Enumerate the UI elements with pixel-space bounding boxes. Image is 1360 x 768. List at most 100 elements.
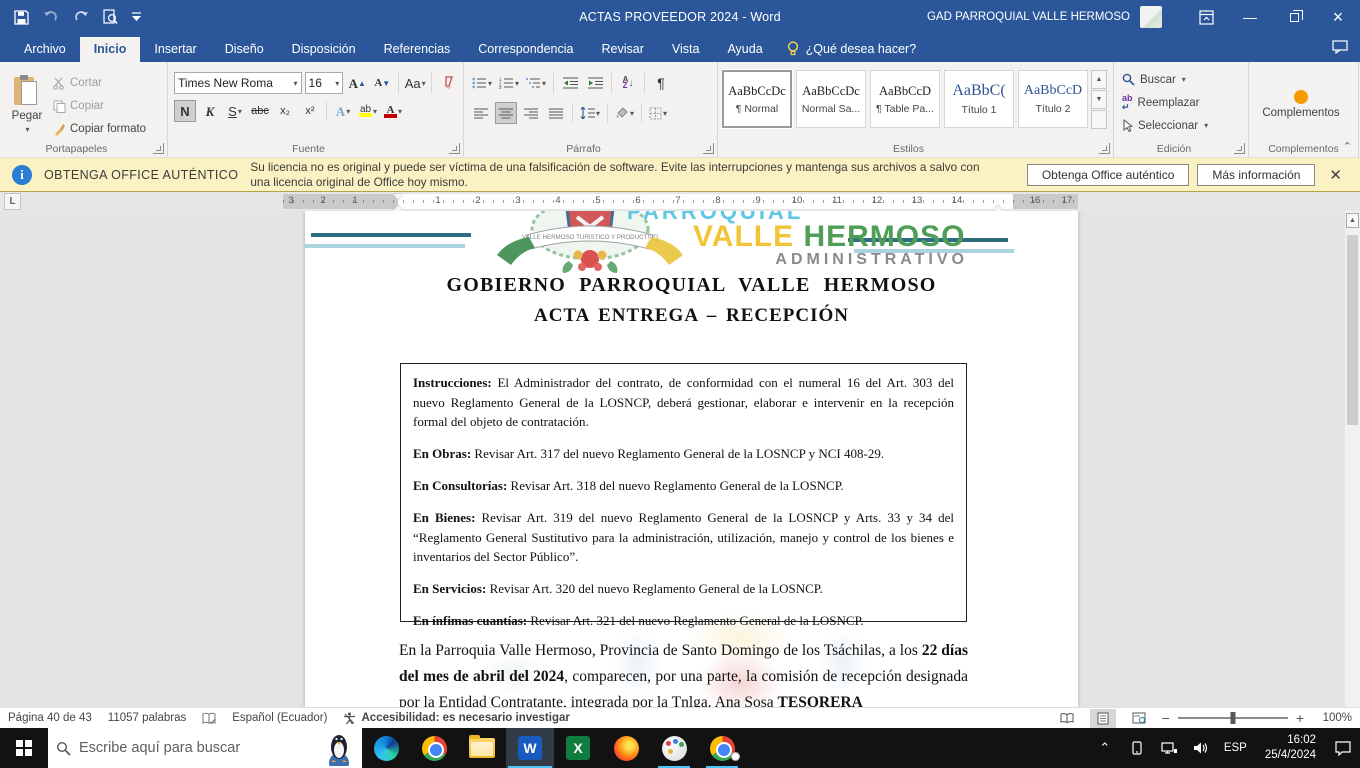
action-center-icon[interactable] <box>1330 728 1356 768</box>
zoom-track[interactable] <box>1177 712 1288 724</box>
copy-button[interactable]: Copiar <box>50 95 149 117</box>
text-effects-button[interactable]: A ▾ <box>332 100 354 122</box>
accessibility-status[interactable]: Accesibilidad: es necesario investigar <box>343 712 570 725</box>
grow-font-button[interactable]: A ▲ <box>346 72 368 94</box>
taskbar-excel[interactable]: X <box>554 728 602 768</box>
collapse-ribbon-icon[interactable]: ⌃ <box>1343 140 1352 153</box>
style-normal[interactable]: AaBbCcDc ¶ Normal <box>721 69 793 129</box>
zoom-out-icon[interactable]: − <box>1162 710 1170 726</box>
italic-button[interactable]: K <box>199 100 221 122</box>
tab-referencias[interactable]: Referencias <box>370 37 465 62</box>
shading-button[interactable]: ▾ <box>613 102 636 124</box>
justify-button[interactable] <box>545 102 567 124</box>
language-indicator[interactable]: Español (Ecuador) <box>232 712 327 724</box>
styles-scroll-down[interactable]: ▼ <box>1091 90 1107 109</box>
right-indent-marker[interactable] <box>993 200 1003 211</box>
print-preview-icon[interactable] <box>103 9 118 25</box>
format-painter-button[interactable]: Copiar formato <box>50 118 149 140</box>
tray-chevron-icon[interactable]: ⌃ <box>1092 728 1118 768</box>
body-paragraph[interactable]: En la Parroquia Valle Hermoso, Provincia… <box>399 638 968 707</box>
tab-insertar[interactable]: Insertar <box>140 37 210 62</box>
bullets-button[interactable]: ▾ <box>470 72 494 94</box>
account-avatar[interactable] <box>1140 6 1162 28</box>
taskbar-file-explorer[interactable] <box>458 728 506 768</box>
font-color-button[interactable]: A ▾ <box>382 100 404 122</box>
print-layout-button[interactable] <box>1089 708 1116 728</box>
style-titulo1[interactable]: AaBbC( Título 1 <box>944 70 1014 128</box>
vertical-scrollbar[interactable]: ▲ <box>1345 211 1360 707</box>
web-layout-button[interactable] <box>1126 709 1152 728</box>
tab-archivo[interactable]: Archivo <box>10 37 80 62</box>
font-dialog-launcher[interactable] <box>449 143 460 154</box>
select-button[interactable]: Seleccionar ▾ <box>1118 114 1244 137</box>
get-office-button[interactable]: Obtenga Office auténtico <box>1026 163 1190 186</box>
taskbar-chrome[interactable] <box>410 728 458 768</box>
tab-vista[interactable]: Vista <box>658 37 714 62</box>
restore-button[interactable] <box>1272 0 1316 34</box>
account-name[interactable]: GAD PARROQUIAL VALLE HERMOSO <box>927 11 1130 23</box>
customize-qat-icon[interactable] <box>132 12 141 22</box>
comments-icon[interactable] <box>1332 40 1348 54</box>
tab-selector[interactable]: L <box>4 193 21 210</box>
multilevel-list-button[interactable]: ▾ <box>524 72 548 94</box>
tab-correspondencia[interactable]: Correspondencia <box>464 37 587 62</box>
minimize-button[interactable]: — <box>1228 0 1272 34</box>
zoom-in-icon[interactable]: + <box>1296 710 1304 726</box>
redo-icon[interactable] <box>73 10 89 24</box>
hanging-indent-marker[interactable] <box>393 200 403 211</box>
styles-more[interactable]: ▼ <box>1091 110 1107 129</box>
document-page[interactable]: VALLE HERMOSO TURISTICO Y PRODUCTIVO PAR… <box>305 211 1078 707</box>
undo-icon[interactable] <box>43 10 59 24</box>
instructions-box[interactable]: Instrucciones: El Administrador del cont… <box>400 363 967 628</box>
taskbar-search[interactable] <box>48 728 362 768</box>
keyboard-language[interactable]: ESP <box>1220 742 1251 754</box>
warning-close-icon[interactable]: ✕ <box>1323 166 1348 184</box>
taskbar-word[interactable]: W <box>506 728 554 768</box>
find-button[interactable]: Buscar ▾ <box>1118 68 1244 91</box>
subscript-button[interactable]: x₂ <box>274 100 296 122</box>
edit-dialog-launcher[interactable] <box>1234 143 1245 154</box>
start-button[interactable] <box>0 728 48 768</box>
taskbar-paint[interactable] <box>650 728 698 768</box>
scroll-up-icon[interactable]: ▲ <box>1346 213 1359 228</box>
ruler[interactable]: 3 2 1 1 2 3 4 5 6 7 8 9 10 11 12 13 14 16 17 <box>283 194 1078 211</box>
clear-formatting-button[interactable] <box>437 72 459 94</box>
paste-button[interactable]: Pegar ▾ <box>4 68 50 140</box>
taskbar-edge[interactable] <box>362 728 410 768</box>
show-marks-button[interactable]: ¶ <box>650 72 672 94</box>
superscript-button[interactable]: x² <box>299 100 321 122</box>
tab-ayuda[interactable]: Ayuda <box>713 37 776 62</box>
more-info-button[interactable]: Más información <box>1197 163 1316 186</box>
search-input[interactable] <box>79 740 316 756</box>
font-family-combo[interactable]: Times New Roma ▾ <box>174 72 302 94</box>
font-size-combo[interactable]: 16 ▾ <box>304 72 344 94</box>
sort-button[interactable]: A Z ↓ <box>617 72 639 94</box>
network-icon[interactable] <box>1156 728 1182 768</box>
style-titulo2[interactable]: AaBbCcD Título 2 <box>1018 70 1088 128</box>
tab-inicio[interactable]: Inicio <box>79 37 141 62</box>
tab-disposicion[interactable]: Disposición <box>278 37 370 62</box>
replace-button[interactable]: ab ↵ Reemplazar <box>1118 91 1244 114</box>
word-count[interactable]: 11057 palabras <box>108 712 186 724</box>
tray-clock[interactable]: 16:02 25/4/2024 <box>1257 733 1324 763</box>
borders-button[interactable]: ▾ <box>647 102 669 124</box>
zoom-percent[interactable]: 100% <box>1314 712 1352 724</box>
taskbar-chrome-profile[interactable] <box>698 728 746 768</box>
cut-button[interactable]: Cortar <box>50 72 149 94</box>
increase-indent-button[interactable] <box>584 72 606 94</box>
scrollbar-thumb[interactable] <box>1347 235 1358 425</box>
paragraph-dialog-launcher[interactable] <box>703 143 714 154</box>
style-normal-sa[interactable]: AaBbCcDc Normal Sa... <box>796 70 866 128</box>
tell-me-box[interactable]: ¿Qué desea hacer? <box>777 41 927 62</box>
page-indicator[interactable]: Página 40 de 43 <box>8 712 92 724</box>
style-table-pa[interactable]: AaBbCcD ¶ Table Pa... <box>870 70 940 128</box>
strikethrough-button[interactable]: abc <box>249 100 271 122</box>
underline-button[interactable]: S ▾ <box>224 100 246 122</box>
tab-revisar[interactable]: Revisar <box>587 37 657 62</box>
styles-dialog-launcher[interactable] <box>1099 143 1110 154</box>
read-mode-button[interactable] <box>1054 709 1080 728</box>
zoom-slider[interactable]: − + <box>1162 710 1304 726</box>
line-spacing-button[interactable]: ▾ <box>578 102 602 124</box>
bold-button[interactable]: N <box>174 100 196 122</box>
align-center-button[interactable] <box>495 102 517 124</box>
